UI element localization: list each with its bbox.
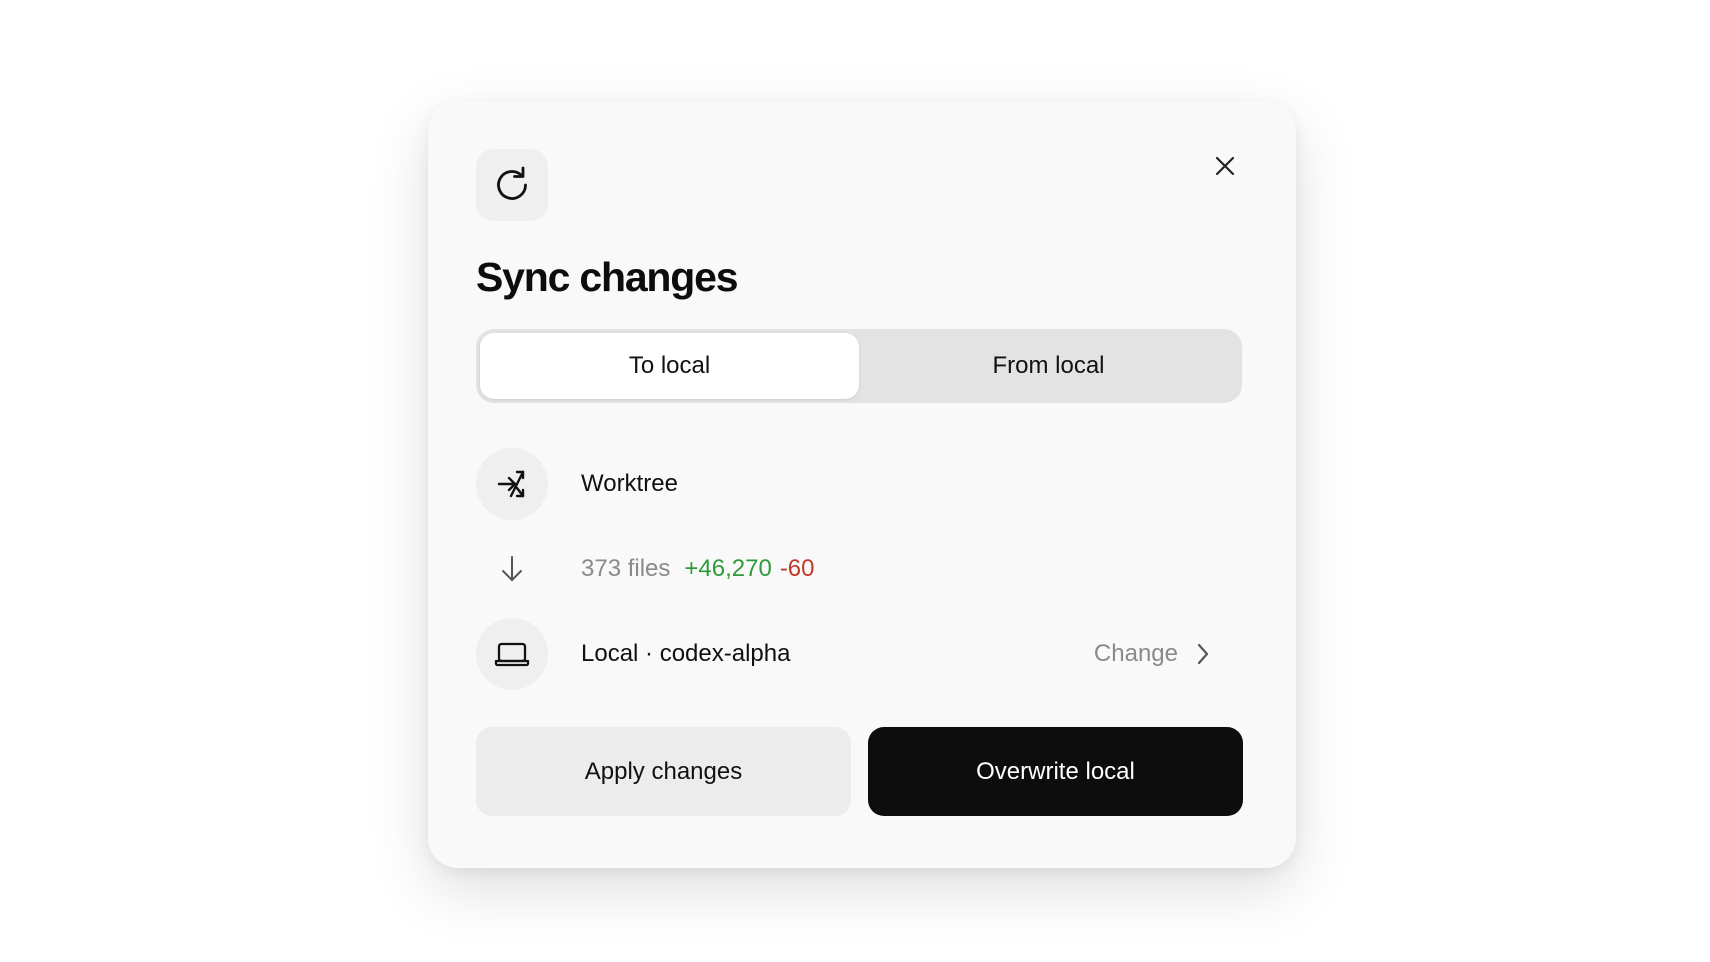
diff-summary: 373 files +46,270 -60 bbox=[581, 555, 815, 583]
source-row: Worktree bbox=[476, 447, 1248, 521]
worktree-branch-icon bbox=[497, 470, 525, 498]
target-row: Local · codex-alpha Change bbox=[476, 617, 1248, 691]
overwrite-local-button[interactable]: Overwrite local bbox=[868, 727, 1243, 816]
tab-to-local[interactable]: To local bbox=[480, 333, 859, 399]
target-label: Local · codex-alpha bbox=[581, 640, 791, 667]
deletions-count: -60 bbox=[779, 555, 815, 582]
close-icon bbox=[1215, 156, 1235, 176]
change-target-button[interactable]: Change bbox=[1094, 640, 1210, 668]
stage: Sync changes To local From local Worktre… bbox=[0, 0, 1710, 962]
refresh-icon bbox=[497, 166, 527, 200]
sync-changes-dialog: Sync changes To local From local Worktre… bbox=[428, 101, 1296, 868]
close-button[interactable] bbox=[1208, 149, 1242, 183]
arrow-down-icon bbox=[502, 556, 522, 581]
diff-icon-container bbox=[476, 533, 548, 605]
change-label: Change bbox=[1093, 640, 1178, 667]
source-label: Worktree bbox=[581, 470, 678, 497]
file-count: 373 files bbox=[581, 555, 671, 582]
laptop-icon bbox=[494, 642, 530, 667]
tab-from-local[interactable]: From local bbox=[859, 333, 1238, 399]
source-icon-container bbox=[476, 448, 548, 520]
apply-changes-button[interactable]: Apply changes bbox=[476, 727, 851, 816]
chevron-right-icon bbox=[1197, 643, 1209, 665]
target-icon-container bbox=[476, 618, 548, 690]
diff-row: 373 files +46,270 -60 bbox=[476, 532, 1248, 606]
direction-tabs: To local From local bbox=[476, 329, 1242, 403]
dialog-actions: Apply changes Overwrite local bbox=[476, 727, 1248, 816]
dialog-title: Sync changes bbox=[476, 254, 739, 300]
additions-count: +46,270 bbox=[684, 555, 772, 582]
hero-icon-container bbox=[476, 149, 548, 221]
